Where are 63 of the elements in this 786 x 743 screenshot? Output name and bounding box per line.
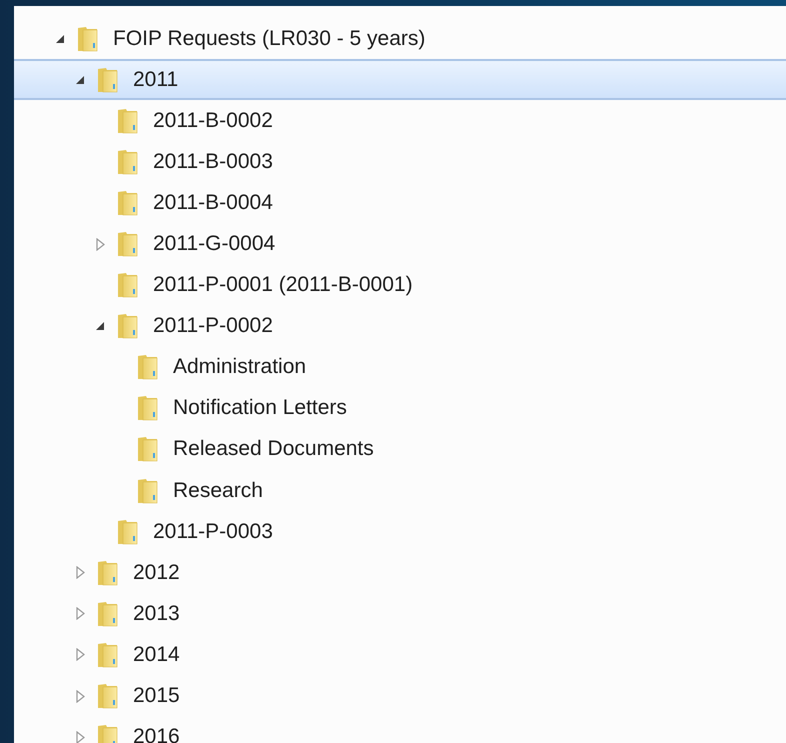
tree-item[interactable]: Administration (14, 346, 786, 388)
folder-icon (96, 66, 120, 93)
folder-icon (96, 600, 120, 627)
folder-icon (116, 148, 140, 175)
tree-item[interactable]: 2011-B-0003 (14, 141, 786, 182)
folder-icon (76, 26, 100, 52)
folder-icon (116, 518, 140, 545)
folder-icon (136, 395, 160, 422)
tree-item[interactable]: 2011-P-0002 (14, 306, 786, 347)
collapsed-arrow-icon[interactable] (76, 690, 84, 703)
collapsed-arrow-icon[interactable] (96, 238, 104, 251)
folder-icon (96, 560, 120, 586)
tree-item[interactable]: 2011-P-0003 (14, 511, 786, 552)
folder-icon (96, 683, 120, 710)
tree-item[interactable]: 2011-P-0001 (2011-B-0001) (14, 264, 786, 306)
folder-icon (116, 190, 140, 216)
collapsed-arrow-icon[interactable] (76, 607, 84, 620)
folder-icon (116, 313, 140, 340)
folder-label: 2011-B-0004 (153, 190, 273, 215)
folder-label: Released Documents (173, 437, 374, 462)
collapsed-arrow-icon[interactable] (76, 730, 84, 743)
folder-icon (136, 354, 160, 380)
expanded-arrow-icon[interactable] (55, 34, 65, 44)
folder-label: FOIP Requests (LR030 - 5 years) (113, 26, 426, 51)
folder-icon (96, 642, 120, 668)
folder-label: Administration (173, 355, 306, 380)
tree-item[interactable]: 2011-G-0004 (14, 223, 786, 265)
tree-item[interactable]: FOIP Requests (LR030 - 5 years) (14, 18, 786, 60)
tree-item[interactable]: Notification Letters (14, 388, 786, 429)
folder-label: 2014 (133, 642, 180, 667)
folder-label: Research (173, 478, 263, 503)
tree-item[interactable]: Research (14, 470, 786, 512)
expanded-arrow-icon[interactable] (75, 74, 85, 85)
folder-label: 2016 (133, 725, 180, 743)
collapsed-arrow-icon[interactable] (76, 648, 84, 662)
folder-label: Notification Letters (173, 396, 347, 420)
tree-item[interactable]: Released Documents (14, 428, 786, 470)
folder-icon (136, 478, 160, 504)
tree-item[interactable]: 2013 (14, 593, 786, 634)
tree-item[interactable]: 2014 (14, 634, 786, 676)
collapsed-arrow-icon[interactable] (76, 566, 84, 580)
folder-label: 2015 (133, 684, 180, 708)
folder-label: 2011 (133, 68, 178, 92)
folder-icon (96, 724, 120, 743)
folder-label: 2011-B-0002 (153, 108, 273, 133)
tree-item[interactable]: 2016 (14, 716, 786, 743)
folder-icon (116, 231, 140, 258)
folder-label: 2011-G-0004 (153, 232, 276, 256)
folder-icon (116, 108, 140, 134)
folder-label: 2011-P-0001 (2011-B-0001) (153, 273, 413, 298)
folder-label: 2011-B-0003 (153, 150, 273, 174)
folder-label: 2011-P-0002 (153, 314, 273, 338)
tree-item[interactable]: 2011-B-0002 (14, 100, 786, 142)
tree-item[interactable]: 2012 (14, 552, 786, 594)
folder-icon (116, 272, 140, 298)
tree-item[interactable]: 2015 (14, 676, 786, 717)
tree-item[interactable]: 2011-B-0004 (14, 182, 786, 224)
expanded-arrow-icon[interactable] (95, 321, 105, 332)
folder-label: 2011-P-0003 (153, 520, 273, 544)
folder-label: 2012 (133, 560, 180, 585)
tree-item[interactable]: 2011 (14, 59, 786, 100)
folder-icon (136, 436, 160, 462)
folder-label: 2013 (133, 602, 180, 626)
